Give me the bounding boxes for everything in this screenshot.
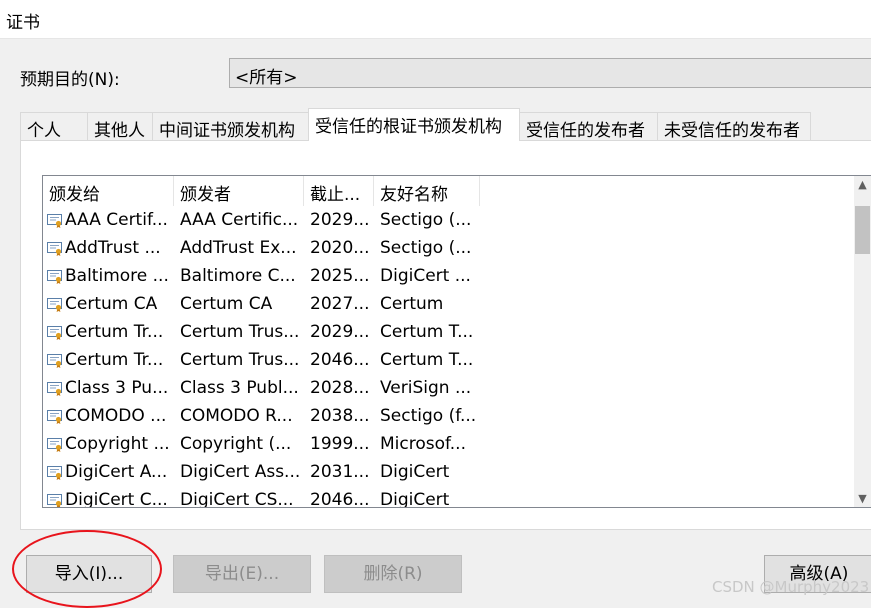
table-row[interactable]: AAA Certif... AAA Certific... 2029... Secti…	[43, 208, 855, 236]
cell-issued-by: DigiCert Ass...	[180, 462, 301, 482]
cell-issued-to: Certum CA	[65, 294, 158, 314]
table-row[interactable]: AddTrust ... AddTrust Ex... 2020... Sectigo…	[43, 236, 855, 264]
table-row[interactable]: Certum Tr... Certum Trus... 2046... Certum …	[43, 348, 855, 376]
cell-expiration: 2031...	[310, 462, 370, 482]
cell-issued-to: AddTrust ...	[65, 238, 161, 258]
cell-friendly-name: Sectigo (...	[380, 210, 472, 230]
cell-issued-by: AAA Certific...	[180, 210, 299, 230]
cell-issued-to: AAA Certif...	[65, 210, 168, 230]
table-row[interactable]: Copyright ... Copyright (... 1999... Micros…	[43, 432, 855, 460]
cell-friendly-name: DigiCert	[380, 490, 450, 508]
certificate-list[interactable]: 颁发给 颁发者 截止... 友好名称 AAA Certif... AAA Cert…	[42, 175, 871, 508]
cell-friendly-name: Certum T...	[380, 322, 474, 342]
cell-friendly-name: Certum T...	[380, 350, 474, 370]
cell-issued-to: Baltimore ...	[65, 266, 169, 286]
cell-friendly-name: DigiCert ...	[380, 266, 471, 286]
scrollbar-thumb[interactable]	[855, 206, 870, 254]
intended-purpose-label: 预期目的(N):	[20, 70, 120, 90]
tab-untrusted-publishers[interactable]: 未受信任的发布者	[657, 112, 811, 141]
cell-friendly-name: Sectigo (f...	[380, 406, 477, 426]
cell-expiration: 2029...	[310, 210, 370, 230]
table-row[interactable]: Class 3 Pu... Class 3 Publ... 2028... VeriS…	[43, 376, 855, 404]
cell-friendly-name: VeriSign ...	[380, 378, 472, 398]
column-expiration[interactable]: 截止...	[304, 176, 374, 206]
cell-issued-to: DigiCert A...	[65, 462, 168, 482]
cell-expiration: 2027...	[310, 294, 370, 314]
scroll-up-icon[interactable]: ▲	[854, 176, 871, 193]
cell-issued-by: Certum CA	[180, 294, 273, 314]
import-button[interactable]: 导入(I)...	[26, 555, 152, 593]
cell-issued-to: DigiCert C...	[65, 490, 168, 508]
cell-issued-by: Class 3 Publ...	[180, 378, 299, 398]
table-row[interactable]: Certum Tr... Certum Trus... 2029... Certum …	[43, 320, 855, 348]
tab-trusted-publishers[interactable]: 受信任的发布者	[519, 112, 658, 141]
tab-intermediate-ca[interactable]: 中间证书颁发机构	[152, 112, 309, 141]
cell-issued-by: DigiCert CS...	[180, 490, 294, 508]
remove-button[interactable]: 删除(R)	[324, 555, 462, 593]
intended-purpose-select[interactable]: <所有>	[229, 58, 871, 88]
cell-expiration: 2025...	[310, 266, 370, 286]
vertical-scrollbar[interactable]: ▲ ▼	[854, 176, 871, 507]
cell-expiration: 2038...	[310, 406, 370, 426]
cell-expiration: 2046...	[310, 350, 370, 370]
cell-issued-by: Certum Trus...	[180, 322, 300, 342]
cell-issued-to: Class 3 Pu...	[65, 378, 169, 398]
cell-expiration: 1999...	[310, 434, 370, 454]
table-row[interactable]: DigiCert C... DigiCert CS... 2046... DigiCe…	[43, 488, 855, 508]
column-friendly-name[interactable]: 友好名称	[374, 176, 480, 206]
cell-friendly-name: Certum	[380, 294, 444, 314]
cell-issued-by: Copyright (...	[180, 434, 292, 454]
cell-issued-to: Certum Tr...	[65, 322, 164, 342]
tab-personal[interactable]: 个人	[20, 112, 88, 141]
table-row[interactable]: COMODO ... COMODO R... 2038... Sectigo (f..…	[43, 404, 855, 432]
cell-friendly-name: Sectigo (...	[380, 238, 472, 258]
cell-issued-to: Certum Tr...	[65, 350, 164, 370]
table-row[interactable]: DigiCert A... DigiCert Ass... 2031... DigiC…	[43, 460, 855, 488]
watermark: CSDN @Murphy2023	[712, 578, 870, 596]
cell-expiration: 2028...	[310, 378, 370, 398]
cell-issued-by: COMODO R...	[180, 406, 293, 426]
tab-trusted-root-ca[interactable]: 受信任的根证书颁发机构	[308, 108, 520, 141]
cell-issued-to: COMODO ...	[65, 406, 167, 426]
title-bar: 证书	[0, 0, 871, 39]
column-issued-by[interactable]: 颁发者	[174, 176, 304, 206]
tab-other-people[interactable]: 其他人	[87, 112, 153, 141]
list-header: 颁发给 颁发者 截止... 友好名称	[43, 176, 855, 206]
scroll-down-icon[interactable]: ▼	[854, 490, 871, 507]
cell-issued-by: AddTrust Ex...	[180, 238, 297, 258]
column-issued-to[interactable]: 颁发给	[43, 176, 174, 206]
cell-expiration: 2029...	[310, 322, 370, 342]
cell-issued-by: Baltimore C...	[180, 266, 296, 286]
table-row[interactable]: Certum CA Certum CA 2027... Certum	[43, 292, 855, 320]
window-title: 证书	[6, 13, 40, 33]
cell-friendly-name: DigiCert	[380, 462, 450, 482]
cell-expiration: 2046...	[310, 490, 370, 508]
table-row[interactable]: Baltimore ... Baltimore C... 2025... DigiCe…	[43, 264, 855, 292]
cell-issued-to: Copyright ...	[65, 434, 170, 454]
cell-expiration: 2020...	[310, 238, 370, 258]
export-button[interactable]: 导出(E)...	[173, 555, 311, 593]
cell-issued-by: Certum Trus...	[180, 350, 300, 370]
cell-friendly-name: Microsof...	[380, 434, 466, 454]
